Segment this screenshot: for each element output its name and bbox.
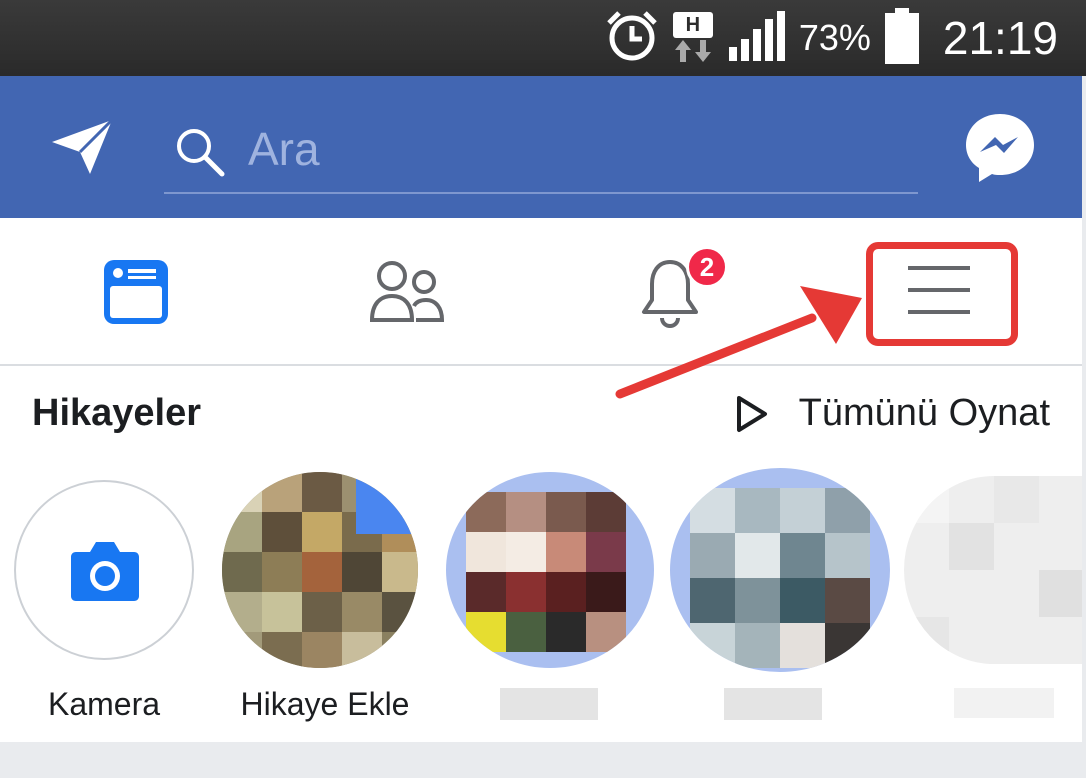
pixelated-profile-image	[904, 476, 1084, 664]
story-label-friend-1-redacted	[500, 688, 598, 720]
pixelated-profile-image	[670, 468, 890, 672]
battery-icon	[884, 7, 919, 69]
story-avatar-friend-3[interactable]	[904, 476, 1084, 664]
messenger-icon[interactable]	[962, 110, 1038, 191]
search-icon	[174, 126, 226, 183]
alarm-icon	[605, 9, 659, 68]
camera-icon	[71, 542, 139, 601]
play-all-label: Tümünü Oynat	[798, 392, 1050, 434]
play-all-button[interactable]: Tümünü Oynat	[735, 392, 1050, 435]
clock: 21:19	[942, 12, 1058, 64]
story-avatar-friend-2[interactable]	[670, 468, 890, 672]
story-label-add: Hikaye Ekle	[240, 686, 410, 722]
send-icon[interactable]	[50, 118, 116, 181]
story-label-camera: Kamera	[47, 686, 161, 722]
story-avatar-friend-1[interactable]	[446, 472, 654, 668]
search-field[interactable]: Ara	[164, 114, 918, 194]
battery-percent: 73%	[798, 17, 871, 58]
top-bar: Ara	[0, 76, 1082, 218]
annotation-highlight-box	[866, 242, 1018, 346]
notification-badge: 2	[686, 246, 728, 288]
section-divider	[0, 742, 1082, 778]
tab-friends[interactable]	[369, 260, 445, 329]
scroll-edge	[1082, 76, 1086, 778]
search-placeholder: Ara	[248, 123, 320, 175]
tab-news-feed[interactable]	[102, 258, 170, 331]
network-type-icon: H	[672, 12, 713, 64]
news-feed-icon	[104, 260, 168, 324]
status-bar: H 73% 21:19	[0, 0, 1086, 76]
story-add-avatar[interactable]	[222, 472, 418, 668]
stories-title: Hikayeler	[32, 392, 202, 434]
story-label-friend-2-redacted	[724, 688, 822, 720]
friends-icon	[369, 261, 445, 322]
story-camera[interactable]	[14, 480, 194, 660]
pixelated-profile-image	[446, 472, 654, 668]
add-story-indicator	[356, 472, 418, 534]
network-type-label: H	[672, 12, 713, 38]
signal-icon	[727, 9, 785, 68]
story-label-friend-3-redacted	[954, 688, 1054, 718]
play-icon	[736, 395, 767, 432]
